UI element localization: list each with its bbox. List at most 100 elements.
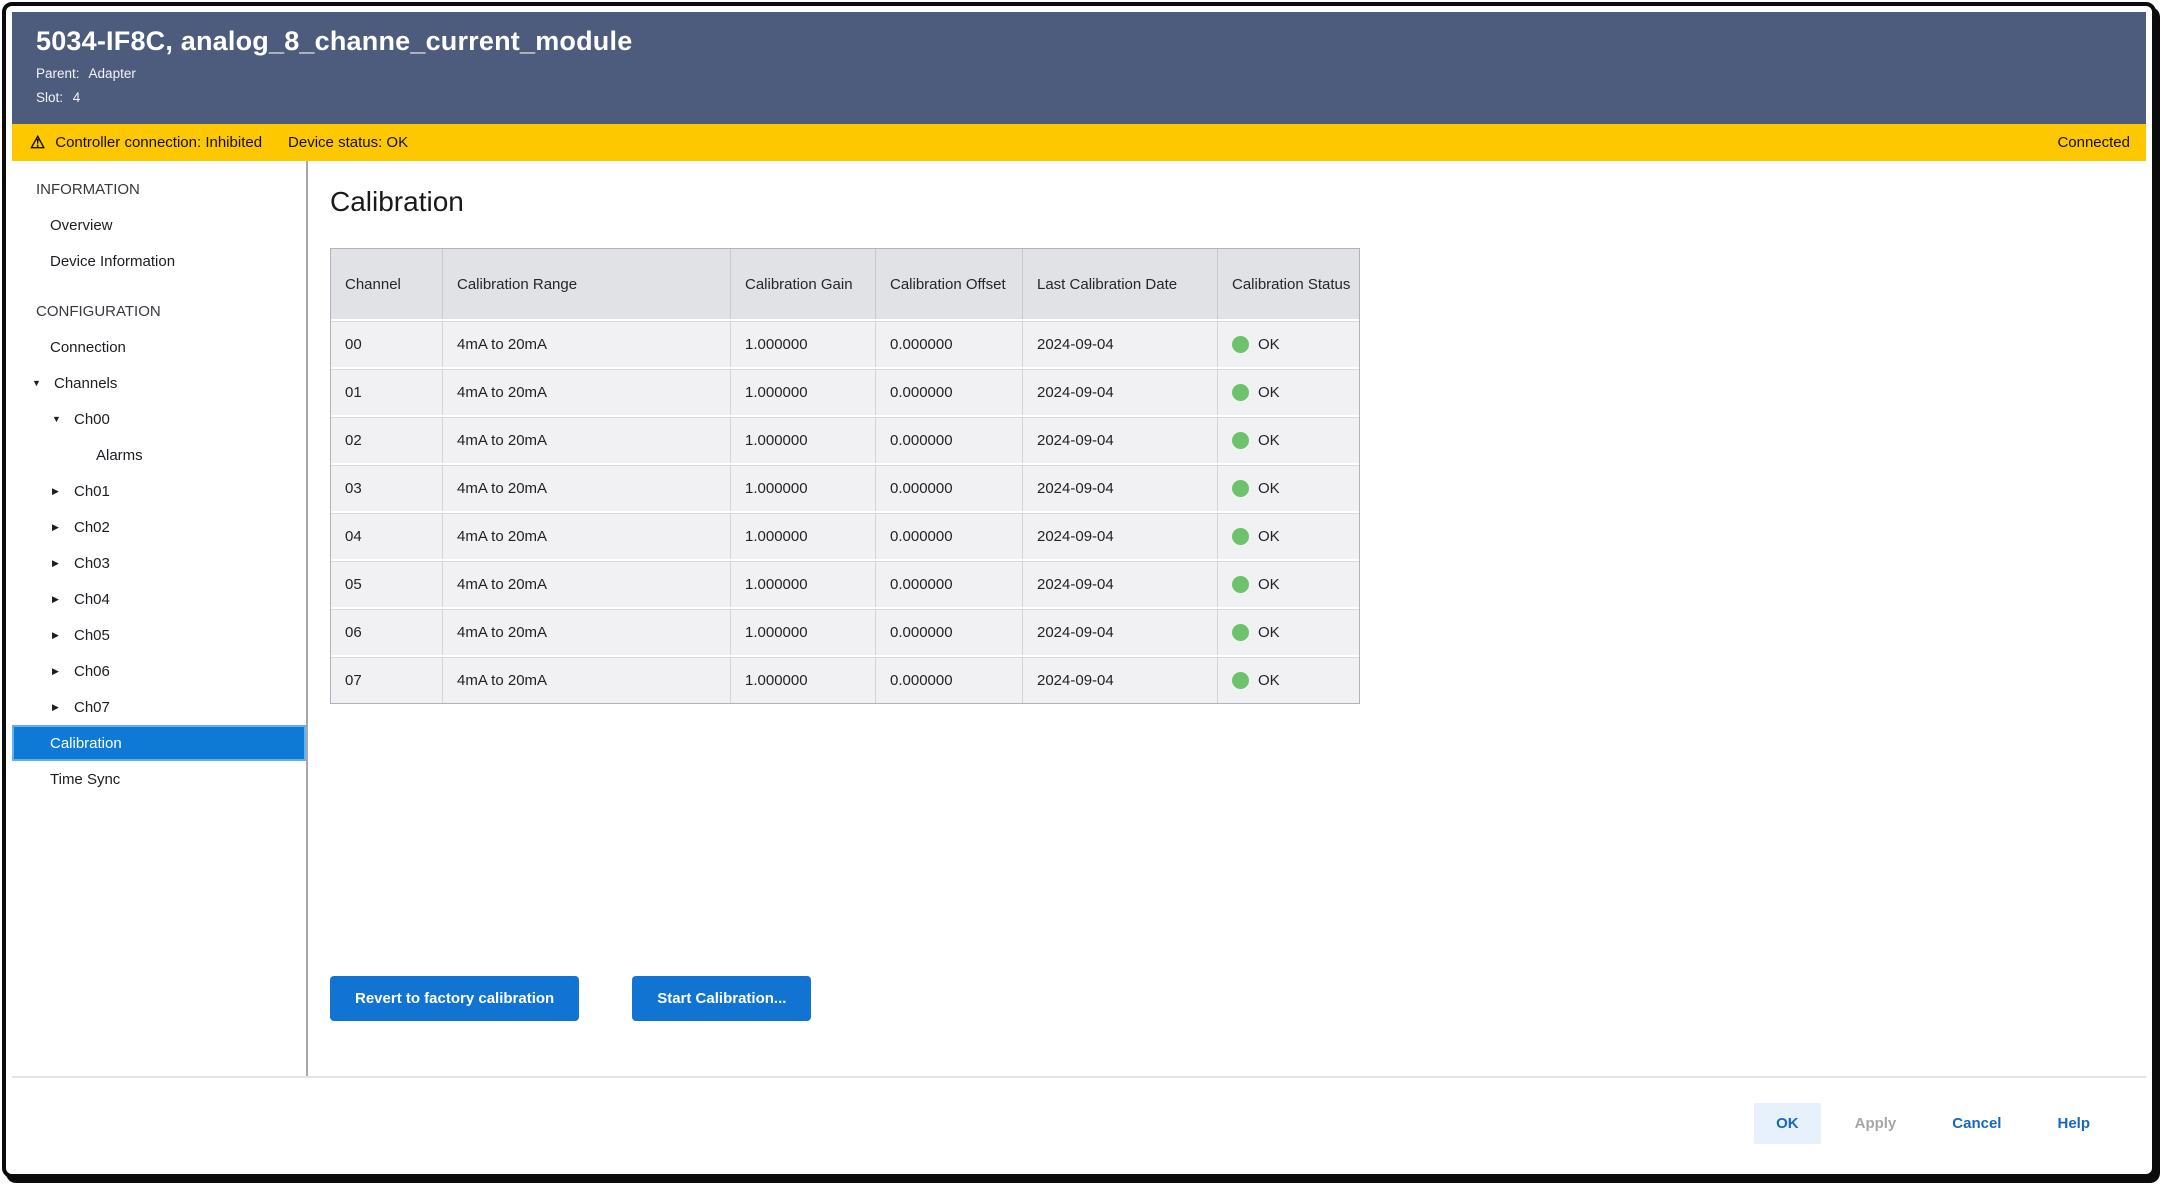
sidebar-item-label: Ch04 [74,591,110,608]
column-header-calibration-status: Calibration Status [1218,249,1361,319]
chevron-collapsed-icon[interactable]: ▶ [52,522,74,533]
chevron-expanded-icon[interactable]: ▼ [32,378,54,388]
status-text: OK [1258,478,1280,499]
gain-cell: 1.000000 [731,657,876,703]
range-cell: 4mA to 20mA [443,513,731,559]
channel-cell: 04 [331,513,443,559]
cancel-button[interactable]: Cancel [1930,1103,2023,1144]
sidebar-item-label: Ch01 [74,483,110,500]
offset-cell: 0.000000 [876,657,1023,703]
calibration-table: Channel Calibration Range Calibration Ga… [330,248,1360,704]
warning-icon: ⚠ [30,134,45,151]
status-cell: OK [1218,417,1361,463]
range-cell: 4mA to 20mA [443,561,731,607]
slot-value: 4 [73,90,81,105]
sidebar-item-alarms[interactable]: Alarms [12,437,306,473]
chevron-collapsed-icon[interactable]: ▶ [52,666,74,677]
chevron-collapsed-icon[interactable]: ▶ [52,702,74,713]
range-cell: 4mA to 20mA [443,369,731,415]
sidebar-item-overview[interactable]: Overview [12,207,306,243]
help-button[interactable]: Help [2035,1103,2112,1144]
sidebar-item-calibration[interactable]: Calibration [12,725,306,761]
chevron-collapsed-icon[interactable]: ▶ [52,630,74,641]
status-text: OK [1258,526,1280,547]
status-ok-dot-icon [1232,432,1249,449]
date-cell: 2024-09-04 [1023,513,1218,559]
status-text: OK [1258,382,1280,403]
sidebar-item-label: Ch03 [74,555,110,572]
sidebar-nav: INFORMATION Overview Device Information … [12,161,308,1076]
slot-line: Slot: 4 [36,90,2146,105]
date-cell: 2024-09-04 [1023,465,1218,511]
sidebar-item-ch03[interactable]: ▶ Ch03 [12,545,306,581]
footer-bar: OK Apply Cancel Help [12,1076,2146,1168]
status-cell: OK [1218,513,1361,559]
date-cell: 2024-09-04 [1023,609,1218,655]
chevron-expanded-icon[interactable]: ▼ [52,414,74,424]
offset-cell: 0.000000 [876,609,1023,655]
offset-cell: 0.000000 [876,321,1023,367]
channel-cell: 07 [331,657,443,703]
table-row: 03 4mA to 20mA 1.000000 0.000000 2024-09… [331,463,1359,511]
title-bar: 5034-IF8C, analog_8_channe_current_modul… [12,12,2146,124]
main-content: Calibration Channel Calibration Range Ca… [308,161,2146,1076]
start-calibration-button[interactable]: Start Calibration... [632,976,811,1021]
table-row: 02 4mA to 20mA 1.000000 0.000000 2024-09… [331,415,1359,463]
offset-cell: 0.000000 [876,417,1023,463]
ok-button[interactable]: OK [1754,1103,1821,1144]
chevron-collapsed-icon[interactable]: ▶ [52,558,74,569]
sidebar-item-label: Ch00 [74,411,110,428]
chevron-collapsed-icon[interactable]: ▶ [52,486,74,497]
range-cell: 4mA to 20mA [443,321,731,367]
column-header-channel: Channel [331,249,443,319]
gain-cell: 1.000000 [731,513,876,559]
table-row: 05 4mA to 20mA 1.000000 0.000000 2024-09… [331,559,1359,607]
gain-cell: 1.000000 [731,561,876,607]
offset-cell: 0.000000 [876,561,1023,607]
date-cell: 2024-09-04 [1023,321,1218,367]
column-header-calibration-gain: Calibration Gain [731,249,876,319]
table-row: 07 4mA to 20mA 1.000000 0.000000 2024-09… [331,655,1359,703]
sidebar-item-ch01[interactable]: ▶ Ch01 [12,473,306,509]
sidebar-item-device-information[interactable]: Device Information [12,243,306,279]
sidebar-item-label: Ch06 [74,663,110,680]
body-area: INFORMATION Overview Device Information … [12,161,2146,1076]
sidebar-item-ch04[interactable]: ▶ Ch04 [12,581,306,617]
channel-cell: 02 [331,417,443,463]
device-status: Device status: OK [288,134,408,151]
sidebar-item-connection[interactable]: Connection [12,329,306,365]
status-ok-dot-icon [1232,336,1249,353]
connection-state: Connected [2057,134,2130,151]
status-ok-dot-icon [1232,576,1249,593]
sidebar-item-ch05[interactable]: ▶ Ch05 [12,617,306,653]
date-cell: 2024-09-04 [1023,417,1218,463]
chevron-collapsed-icon[interactable]: ▶ [52,594,74,605]
status-cell: OK [1218,465,1361,511]
slot-label: Slot: [36,90,63,105]
range-cell: 4mA to 20mA [443,465,731,511]
status-cell: OK [1218,657,1361,703]
sidebar-item-ch06[interactable]: ▶ Ch06 [12,653,306,689]
sidebar-item-ch07[interactable]: ▶ Ch07 [12,689,306,725]
status-text: OK [1258,430,1280,451]
sidebar-item-ch00[interactable]: ▼ Ch00 [12,401,306,437]
channel-cell: 06 [331,609,443,655]
sidebar-item-ch02[interactable]: ▶ Ch02 [12,509,306,545]
sidebar-item-channels[interactable]: ▼ Channels [12,365,306,401]
offset-cell: 0.000000 [876,465,1023,511]
table-row: 06 4mA to 20mA 1.000000 0.000000 2024-09… [331,607,1359,655]
status-text: OK [1258,670,1280,691]
revert-to-factory-calibration-button[interactable]: Revert to factory calibration [330,976,579,1021]
status-ok-dot-icon [1232,672,1249,689]
channel-cell: 03 [331,465,443,511]
sidebar-item-time-sync[interactable]: Time Sync [12,761,306,797]
apply-button[interactable]: Apply [1833,1103,1919,1144]
date-cell: 2024-09-04 [1023,369,1218,415]
controller-connection-status: Controller connection: Inhibited [55,134,262,151]
table-header-row: Channel Calibration Range Calibration Ga… [331,249,1359,319]
status-cell: OK [1218,369,1361,415]
table-row: 01 4mA to 20mA 1.000000 0.000000 2024-09… [331,367,1359,415]
parent-value: Adapter [89,66,136,81]
sidebar-item-label: Ch07 [74,699,110,716]
channel-cell: 00 [331,321,443,367]
